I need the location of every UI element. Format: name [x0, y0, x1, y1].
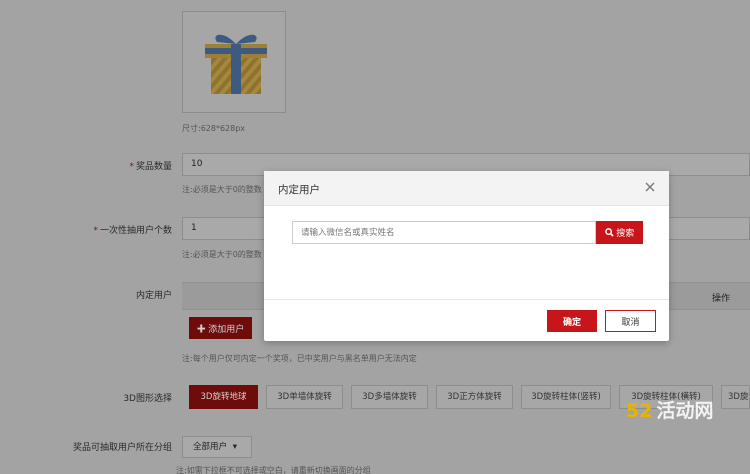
modal-title: 内定用户 [278, 184, 320, 196]
group-select[interactable]: 全部用户 ▾ [182, 436, 252, 458]
once-users-hint: 注:必须是大于0的整数 [182, 250, 262, 259]
once-users-label: * 一次性抽用户个数 [93, 226, 172, 236]
shape-option-globe[interactable]: 3D旋转地球 [189, 385, 258, 409]
plus-icon: ✚ [196, 323, 209, 334]
search-button[interactable]: 搜索 [596, 221, 643, 244]
user-search-input[interactable] [292, 221, 596, 244]
shape-option-cube[interactable]: 3D正方体旋转 [436, 385, 513, 409]
shape-option-single-wall[interactable]: 3D单墙体旋转 [266, 385, 343, 409]
operation-column-header: 操作 [711, 294, 730, 304]
close-icon[interactable] [643, 180, 657, 194]
gift-box-icon [205, 34, 267, 94]
add-user-button[interactable]: ✚ 添加用户 [189, 317, 252, 339]
shape-label: 3D图形选择 [123, 394, 172, 404]
group-hint: 注:如需下拉框不可选择或空白，请重新切换画面的分组 [176, 466, 371, 474]
shape-option-multi-wall[interactable]: 3D多墙体旋转 [351, 385, 428, 409]
site-watermark: 52 活动网 [626, 400, 714, 422]
shape-option-cylinder-vertical[interactable]: 3D旋转柱体(竖转) [521, 385, 611, 409]
shape-option-more[interactable]: 3D旋 [721, 385, 750, 409]
internal-users-label: 内定用户 [135, 291, 172, 301]
image-size-hint: 尺寸:628*628px [182, 124, 246, 133]
internal-users-hint: 注:每个用户仅可内定一个奖项，已中奖用户与黑名单用户无法内定 [182, 354, 417, 363]
prize-count-label: * 奖品数量 [129, 162, 172, 172]
modal-footer-divider [264, 299, 669, 300]
group-label: 奖品可抽取用户所在分组 [72, 443, 172, 453]
internal-user-modal: 内定用户 搜索 确定 取消 [264, 171, 669, 341]
caret-down-icon: ▾ [232, 442, 237, 452]
cancel-button[interactable]: 取消 [605, 310, 656, 332]
prize-count-hint: 注:必须是大于0的整数 [182, 185, 262, 194]
prize-image-preview[interactable] [182, 11, 286, 113]
confirm-button[interactable]: 确定 [547, 310, 597, 332]
search-icon [604, 228, 614, 237]
modal-header: 内定用户 [264, 171, 669, 206]
